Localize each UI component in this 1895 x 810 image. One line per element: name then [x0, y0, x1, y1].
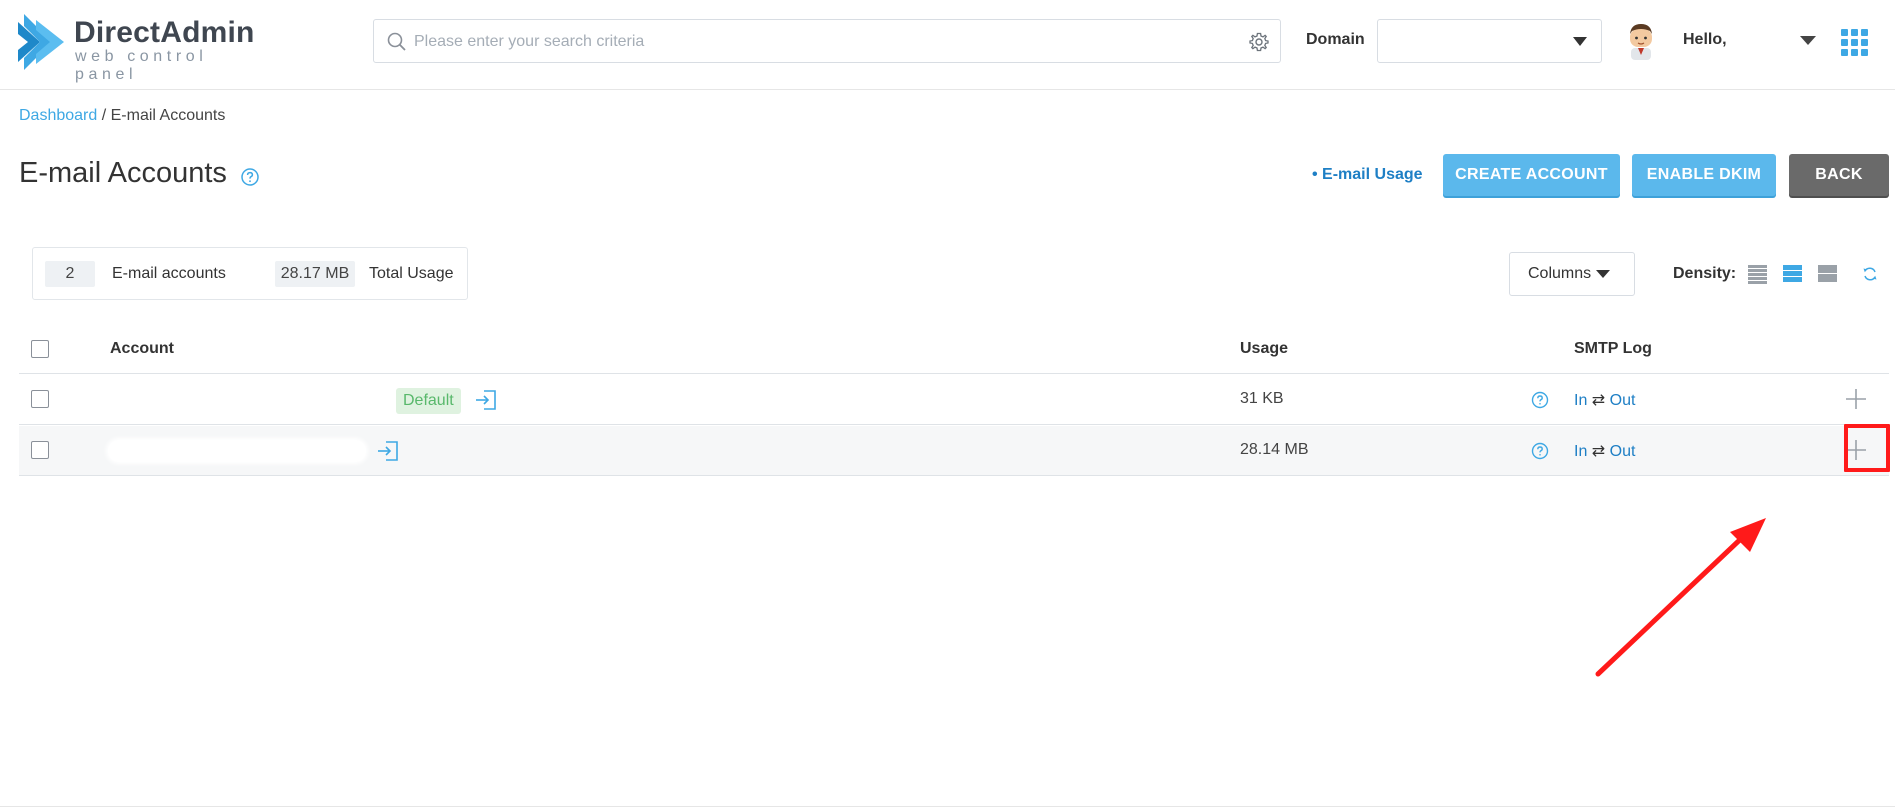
breadcrumb-current: E-mail Accounts	[110, 107, 226, 124]
avatar[interactable]	[1625, 22, 1657, 60]
email-usage-link[interactable]: • E-mail Usage	[1312, 166, 1423, 184]
smtp-separator: ⇄	[1587, 443, 1610, 460]
density-label: Density:	[1673, 265, 1737, 282]
breadcrumb-dashboard-link[interactable]: Dashboard	[19, 107, 97, 124]
smtp-separator: ⇄	[1587, 392, 1610, 409]
column-header-smtp-log: SMTP Log	[1574, 340, 1652, 357]
apps-grid-icon[interactable]	[1841, 29, 1868, 56]
table-header: Account Usage SMTP Log	[19, 330, 1889, 374]
smtp-out-link[interactable]: Out	[1610, 443, 1636, 460]
search-bar	[373, 19, 1281, 63]
help-icon[interactable]	[1531, 442, 1549, 460]
density-comfortable-icon[interactable]	[1818, 265, 1837, 284]
search-icon	[387, 32, 406, 51]
help-icon[interactable]	[1531, 391, 1549, 409]
enable-dkim-button[interactable]: ENABLE DKIM	[1632, 154, 1776, 196]
create-account-button[interactable]: CREATE ACCOUNT	[1443, 154, 1620, 196]
brand-tagline: web control panel	[75, 48, 208, 83]
page-bottom-divider	[0, 806, 1895, 807]
back-button[interactable]: BACK	[1789, 154, 1889, 196]
column-header-usage[interactable]: Usage	[1240, 340, 1288, 358]
usage-value: 31 KB	[1240, 390, 1284, 407]
login-icon[interactable]	[475, 389, 497, 411]
brand-name: DirectAdmin	[74, 16, 255, 49]
smtp-in-link[interactable]: In	[1574, 443, 1587, 460]
annotation-arrow-icon	[1595, 518, 1766, 677]
smtp-log: In ⇄ Out	[1574, 441, 1635, 461]
directadmin-logo-mark-icon	[18, 14, 64, 70]
accounts-count: 2	[45, 261, 95, 287]
usage-value: 28.14 MB	[1240, 441, 1309, 458]
user-greeting[interactable]: Hello,	[1683, 31, 1727, 49]
annotation-highlight-box	[1844, 424, 1890, 472]
domain-label: Domain	[1306, 31, 1365, 48]
gear-icon[interactable]	[1248, 31, 1270, 53]
login-icon[interactable]	[377, 440, 399, 462]
account-name-redacted	[108, 440, 366, 462]
directadmin-logo[interactable]: DirectAdmin web control panel	[18, 14, 258, 83]
columns-dropdown[interactable]: Columns	[1509, 252, 1635, 296]
column-header-account[interactable]: Account	[110, 340, 174, 358]
table-row: Default 31 KB In ⇄ Out	[19, 375, 1889, 425]
stats-summary: 2 E-mail accounts 28.17 MB Total Usage	[32, 247, 468, 300]
domain-select[interactable]	[1377, 19, 1602, 63]
top-bar: DirectAdmin web control panel Domain Hel…	[0, 0, 1895, 90]
table-row: 28.14 MB In ⇄ Out	[19, 426, 1889, 476]
refresh-icon[interactable]	[1862, 266, 1878, 282]
user-menu-chevron-down-icon[interactable]	[1800, 36, 1816, 45]
select-all-checkbox[interactable]	[31, 340, 49, 358]
search-input[interactable]	[414, 28, 1214, 56]
density-medium-icon[interactable]	[1783, 265, 1802, 284]
columns-label: Columns	[1528, 265, 1592, 282]
density-compact-icon[interactable]	[1748, 265, 1767, 284]
page-title: E-mail Accounts	[19, 157, 227, 189]
row-checkbox[interactable]	[31, 390, 49, 408]
expand-plus-icon[interactable]	[1844, 387, 1868, 411]
chevron-down-icon	[1573, 37, 1587, 46]
row-checkbox[interactable]	[31, 441, 49, 459]
help-icon[interactable]	[240, 167, 260, 187]
smtp-in-link[interactable]: In	[1574, 392, 1587, 409]
default-badge: Default	[396, 388, 461, 414]
smtp-log: In ⇄ Out	[1574, 390, 1635, 410]
total-usage-label: Total Usage	[369, 265, 454, 282]
accounts-count-label: E-mail accounts	[112, 265, 226, 282]
breadcrumb: Dashboard / E-mail Accounts	[19, 107, 225, 125]
total-usage-value: 28.17 MB	[275, 261, 355, 287]
chevron-down-icon	[1596, 270, 1610, 278]
breadcrumb-separator: /	[97, 107, 111, 124]
smtp-out-link[interactable]: Out	[1610, 392, 1636, 409]
